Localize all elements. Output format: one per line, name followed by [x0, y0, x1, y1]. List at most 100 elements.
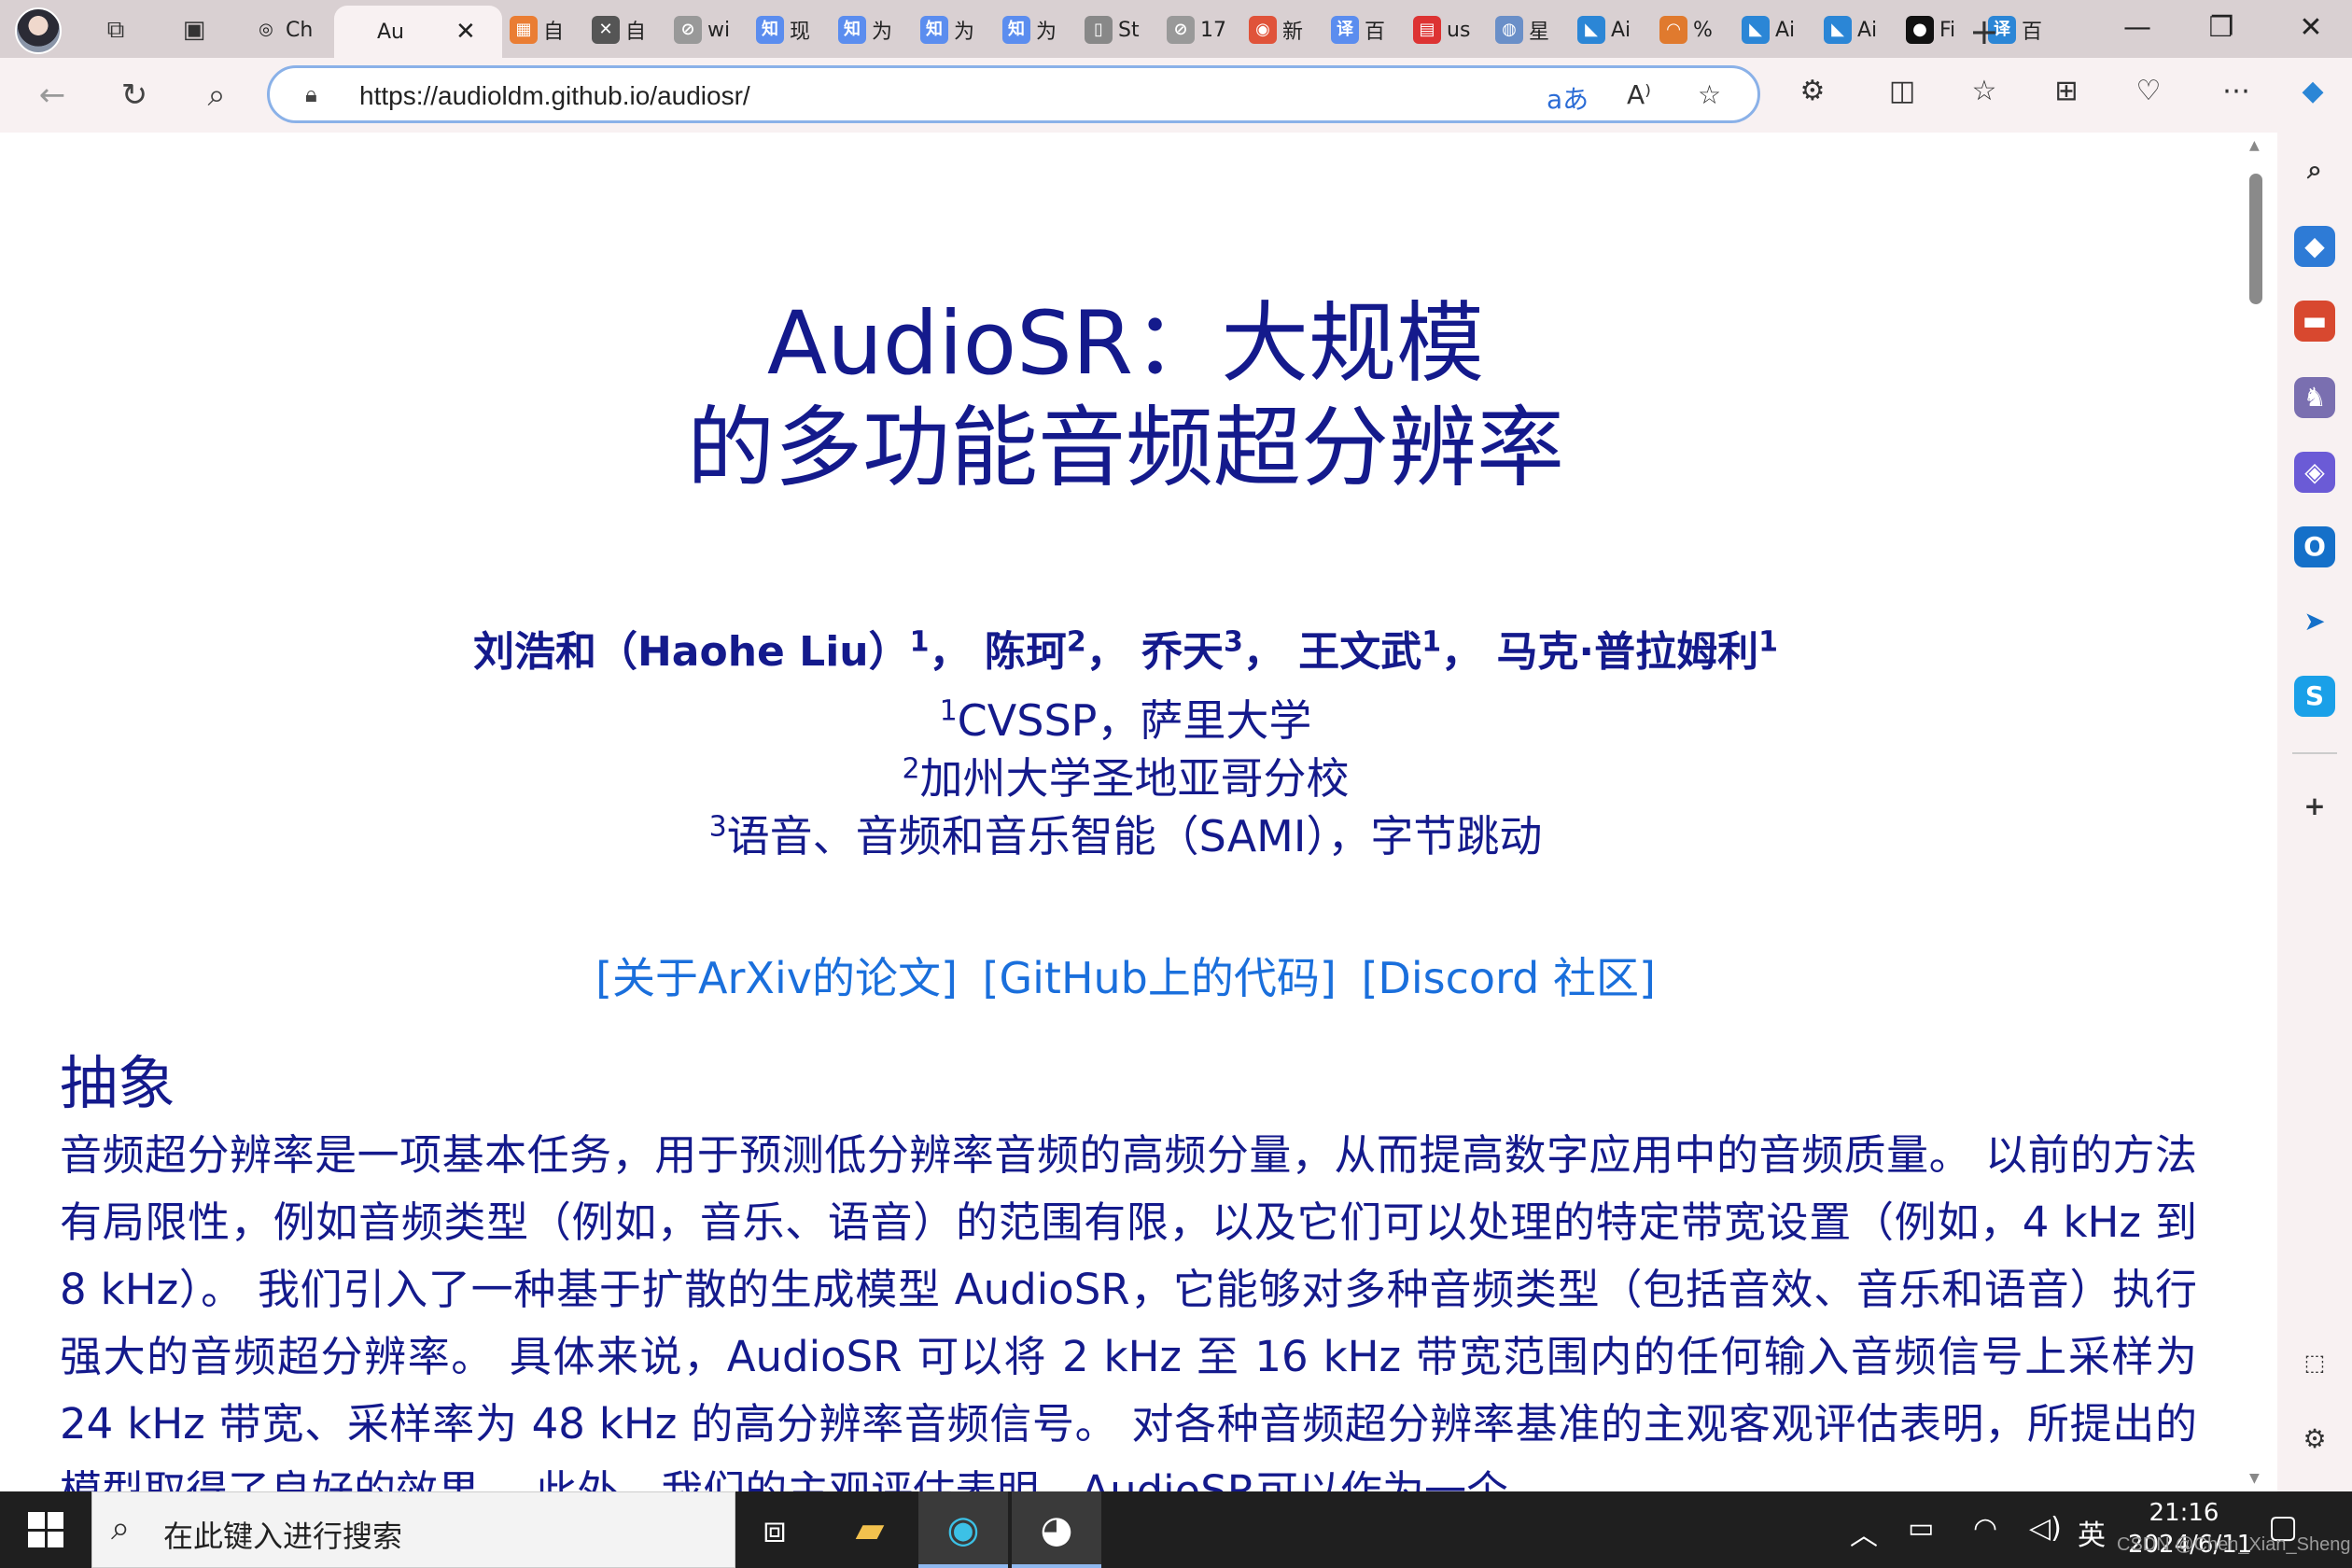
task-view-icon[interactable]: ⧈ — [730, 1491, 819, 1568]
lock-icon[interactable]: 🔒︎ — [305, 81, 317, 107]
browser-essentials-icon[interactable]: ♡ — [2128, 75, 2169, 107]
translate-icon: 译 — [1331, 16, 1359, 44]
address-bar[interactable]: 🔒︎ https://audioldm.github.io/audiosr/ a… — [267, 65, 1760, 123]
sidebar-screenshot-icon[interactable]: ⬚ — [2294, 1342, 2335, 1383]
tab-title: 自 — [543, 21, 565, 44]
browser-tab[interactable]: ▤ us — [1413, 9, 1475, 50]
author-affiliation-marker: 2 — [1066, 625, 1086, 659]
profile-avatar[interactable] — [15, 7, 62, 54]
browser-tab[interactable]: ✕ 自 — [592, 9, 653, 50]
favorite-star-icon[interactable]: ☆ — [1698, 79, 1721, 110]
browser-tab[interactable]: 知为 — [1002, 9, 1064, 50]
volume-icon[interactable]: ◁) — [2029, 1512, 2062, 1545]
copilot-icon[interactable]: ◆ — [2292, 75, 2333, 107]
close-window-button[interactable]: ✕ — [2283, 11, 2339, 44]
translate-icon[interactable]: aあ — [1547, 79, 1589, 117]
read-aloud-icon[interactable]: A⁾ — [1627, 79, 1651, 110]
author-name: 王文武 — [1298, 628, 1422, 676]
taskbar-search-placeholder: 在此键入进行搜索 — [163, 1519, 403, 1554]
browser-tab[interactable]: ◉ 新 — [1249, 9, 1310, 50]
browser-tab[interactable]: ⊘ wi — [674, 9, 735, 50]
file-explorer-icon[interactable]: ▰ — [825, 1491, 915, 1568]
minimize-button[interactable]: — — [2109, 11, 2165, 44]
sidebar-skype-icon[interactable]: S — [2294, 676, 2335, 717]
ime-indicator[interactable]: 英 — [2078, 1512, 2106, 1553]
github-code-link[interactable]: [GitHub上的代码] — [983, 953, 1337, 1003]
tab-title: 为 — [872, 21, 893, 44]
tab-title: us — [1447, 18, 1471, 42]
taskbar-search-box[interactable]: ⌕ 在此键入进行搜索 — [91, 1491, 735, 1568]
github-icon: ● — [1906, 16, 1934, 44]
extensions-icon[interactable]: ⚙ — [1792, 75, 1833, 107]
browser-tab[interactable]: ⊘ 17 — [1167, 9, 1228, 50]
scroll-down-icon[interactable]: ▼ — [2249, 1471, 2260, 1486]
sidebar-search-icon[interactable]: ⌕ — [2294, 149, 2335, 190]
sidebar-tools-icon[interactable]: ▬ — [2294, 301, 2335, 342]
scroll-up-icon[interactable]: ▲ — [2249, 138, 2260, 153]
page-icon — [343, 18, 371, 46]
tab-title: Ai — [1857, 18, 1878, 42]
tab-title: 17 — [1200, 18, 1226, 42]
abstract-text: 音频超分辨率是一项基本任务，用于预测低分辨率音频的高频分量，从而提高数字应用中的… — [60, 1130, 2197, 1491]
browser-tab[interactable]: ◍ 星 — [1495, 9, 1557, 50]
scrollbar-thumb[interactable] — [2249, 174, 2262, 304]
split-screen-icon[interactable]: ◫ — [1882, 75, 1923, 107]
author-name: 陈珂 — [984, 628, 1067, 676]
sidebar-outlook-icon[interactable]: O — [2294, 526, 2335, 567]
page-scrollbar[interactable]: ▲ ▼ — [2246, 133, 2266, 1491]
restore-button[interactable]: ❐ — [2193, 11, 2249, 44]
browser-tab[interactable]: 知为 — [920, 9, 982, 50]
vertical-tabs-icon[interactable]: ▣ — [177, 13, 211, 47]
sidebar-shopping-icon[interactable]: ◆ — [2294, 226, 2335, 267]
battery-icon[interactable]: ▭ — [1908, 1512, 1934, 1545]
search-icon[interactable]: ⌕ — [196, 75, 237, 116]
close-tab-icon[interactable]: ✕ — [455, 18, 476, 46]
resource-links: [关于ArXiv的论文] [GitHub上的代码] [Discord 社区] — [7, 945, 2244, 1006]
back-button[interactable]: ← — [32, 75, 73, 116]
app-icon: ◍ — [1495, 16, 1523, 44]
browser-tab[interactable]: ◣ Ai — [1742, 9, 1803, 50]
workspaces-icon[interactable]: ⧉ — [99, 13, 133, 47]
browser-tab[interactable]: ◣ Ai — [1824, 9, 1885, 50]
zhihu-icon: 知 — [1002, 16, 1030, 44]
browser-tab[interactable]: ◠% — [1659, 9, 1721, 50]
browser-tab[interactable]: ◣ Ai — [1577, 9, 1639, 50]
chatgpt-icon: ◎ — [259, 20, 273, 39]
refresh-button[interactable]: ↻ — [114, 75, 155, 116]
sidebar-office-icon[interactable]: ◈ — [2294, 452, 2335, 493]
browser-tab[interactable]: 译百 — [1331, 9, 1393, 50]
author-affiliation-marker: 1 — [909, 625, 930, 659]
browser-tab[interactable]: ● Fi — [1906, 9, 1967, 50]
navigation-bar: ← ↻ ⌕ 🔒︎ https://audioldm.github.io/audi… — [0, 58, 2352, 133]
tab-title: Fi — [1939, 18, 1956, 42]
page-title-line-2: 的多功能音频超分辨率 — [686, 398, 1564, 499]
browser-tab[interactable]: Au ✕ — [334, 6, 502, 58]
arxiv-paper-link[interactable]: [关于ArXiv的论文] — [595, 953, 958, 1003]
author-separator: ， — [1441, 628, 1497, 676]
sidebar-games-icon[interactable]: ♞ — [2294, 377, 2335, 418]
qq-taskbar-icon[interactable]: ◕ — [1012, 1491, 1101, 1568]
page-viewport: AudioSR：大规模 的多功能音频超分辨率 刘浩和（Haohe Liu）1， … — [7, 133, 2244, 1491]
url-text[interactable]: https://audioldm.github.io/audiosr/ — [359, 81, 750, 111]
show-hidden-icons[interactable]: ︿ — [1850, 1512, 1878, 1553]
discord-community-link[interactable]: [Discord 社区] — [1361, 953, 1655, 1003]
collections-icon[interactable]: ⊞ — [2046, 75, 2087, 107]
sidebar-add-icon[interactable]: + — [2294, 786, 2335, 827]
browser-tab[interactable]: ▦ 自 — [510, 9, 571, 50]
new-tab-button[interactable]: + — [1969, 11, 1999, 52]
tab-title: wi — [707, 18, 731, 42]
tab-strip: ⧉ ▣ ◎ Ch Au ✕ ▦ 自 ✕ 自 ⊘ wi 知现知为知为知为 ▯ St ⊘ 17 ◉ 新译百 ▤ us ◍ 星… — [0, 0, 2352, 58]
blocked-icon: ⊘ — [674, 16, 702, 44]
browser-tab[interactable]: ▯ St — [1085, 9, 1146, 50]
sidebar-drop-icon[interactable]: ➤ — [2294, 601, 2335, 642]
edge-taskbar-icon[interactable]: ◉ — [918, 1491, 1008, 1568]
windows-start-icon[interactable] — [28, 1512, 63, 1547]
favorites-icon[interactable]: ☆ — [1964, 75, 2005, 107]
browser-tab[interactable]: ◎ Ch — [252, 9, 314, 50]
tab-title: 现 — [790, 21, 811, 44]
sidebar-settings-icon[interactable]: ⚙ — [2294, 1419, 2335, 1460]
wifi-icon[interactable]: ◠ — [1973, 1512, 1997, 1545]
browser-tab[interactable]: 知为 — [838, 9, 900, 50]
more-menu-icon[interactable]: ⋯ — [2216, 75, 2257, 107]
browser-tab[interactable]: 知现 — [756, 9, 818, 50]
